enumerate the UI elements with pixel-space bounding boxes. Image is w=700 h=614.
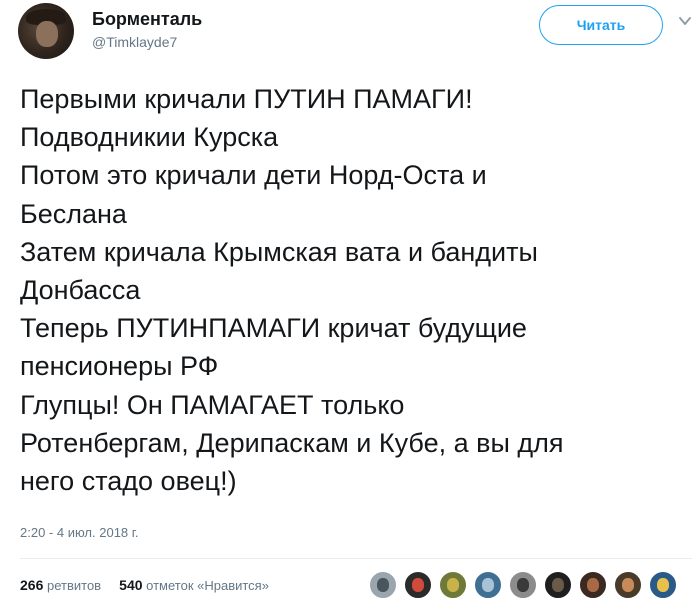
avatar-face	[657, 578, 669, 592]
liker-avatar-7[interactable]	[578, 570, 608, 600]
profile-avatar[interactable]	[18, 3, 74, 59]
liker-avatar-2[interactable]	[403, 570, 433, 600]
liker-avatar-8[interactable]	[613, 570, 643, 600]
tweet-line: Донбасса	[20, 275, 141, 306]
liker-avatar-4[interactable]	[473, 570, 503, 600]
avatar-face	[36, 21, 58, 47]
liker-avatar-6[interactable]	[543, 570, 573, 600]
likes-stat[interactable]: 540 отметок «Нравится»	[119, 577, 269, 593]
tweet-line: Ротенбергам, Дерипаскам и Кубе, а вы для	[20, 427, 564, 458]
retweets-count: 266	[20, 577, 44, 593]
tweet-text: Первыми кричали ПУТИН ПАМАГИ! Подводникии…	[20, 80, 690, 500]
tweet-timestamp[interactable]: 2:20 - 4 июл. 2018 г.	[20, 525, 139, 540]
avatar-face	[377, 578, 389, 592]
tweet-line: Потом это кричали дети Норд-Оста и	[20, 160, 487, 191]
retweets-label: ретвитов	[46, 578, 102, 593]
liker-avatar-9[interactable]	[648, 570, 678, 600]
tweet-line: него стадо овец!)	[20, 466, 237, 497]
divider	[20, 558, 692, 559]
avatar-face	[412, 578, 424, 592]
avatar-face	[447, 578, 459, 592]
liker-avatar-3[interactable]	[438, 570, 468, 600]
tweet-stats: 266 ретвитов 540 отметок «Нравится»	[20, 577, 269, 593]
likes-label: отметок «Нравится»	[146, 578, 269, 593]
tweet-line: Глупцы! Он ПАМАГАЕТ только	[20, 389, 405, 420]
tweet-line: Первыми кричали ПУТИН ПАМАГИ!	[20, 84, 473, 114]
liker-avatar-1[interactable]	[368, 570, 398, 600]
avatar-face	[552, 578, 564, 592]
author-display-name[interactable]: Борменталь	[92, 9, 202, 30]
avatar-face	[517, 578, 529, 592]
follow-button[interactable]: Читать	[539, 5, 663, 45]
tweet-line: Подводникии Курска	[20, 122, 279, 153]
tweet-line: Теперь ПУТИНПАМАГИ кричат будущие	[20, 313, 527, 344]
tweet-line: Затем кричала Крымская вата и бандиты	[20, 236, 538, 267]
retweets-stat[interactable]: 266 ретвитов	[20, 577, 102, 593]
author-handle[interactable]: @Timklayde7	[92, 34, 177, 50]
likes-count: 540	[119, 577, 143, 593]
tweet-line: пенсионеры РФ	[20, 351, 219, 382]
liker-avatar-5[interactable]	[508, 570, 538, 600]
avatar-face	[482, 578, 494, 592]
avatar-face	[587, 578, 599, 592]
avatar-face	[622, 578, 634, 592]
chevron-down-icon[interactable]	[678, 14, 692, 28]
tweet-line: Беслана	[20, 198, 127, 229]
